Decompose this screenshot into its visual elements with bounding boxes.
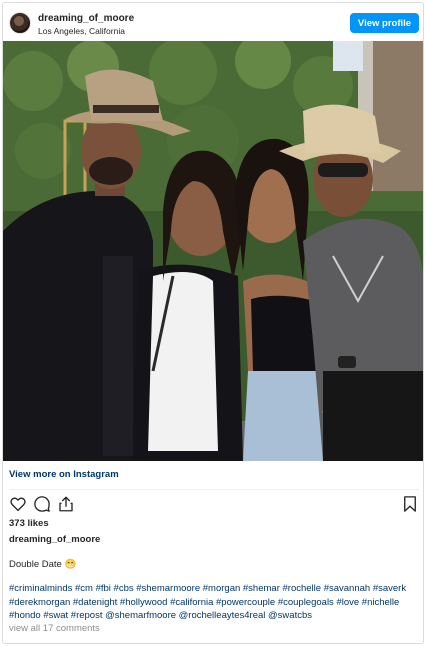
- caption-username[interactable]: dreaming_of_moore: [9, 534, 100, 545]
- instagram-embed-card: dreaming_of_moore Los Angeles, Californi…: [2, 2, 424, 644]
- bookmark-icon[interactable]: [401, 495, 419, 513]
- action-bar: [3, 493, 423, 515]
- comment-icon[interactable]: [33, 495, 51, 513]
- caption-text: Double Date 😁: [9, 559, 77, 570]
- view-more-on-instagram-link[interactable]: View more on Instagram: [9, 469, 119, 480]
- view-all-comments-link[interactable]: view all 17 comments: [9, 623, 100, 634]
- caption-hashtags[interactable]: #criminalminds #cm #fbi #cbs #shemarmoor…: [9, 582, 421, 623]
- divider: [9, 489, 419, 490]
- share-icon[interactable]: [57, 495, 75, 513]
- heart-icon[interactable]: [9, 495, 27, 513]
- view-profile-button[interactable]: View profile: [350, 13, 419, 33]
- post-header: dreaming_of_moore Los Angeles, Californi…: [3, 3, 423, 43]
- header-username[interactable]: dreaming_of_moore: [38, 13, 134, 24]
- header-location[interactable]: Los Angeles, California: [38, 26, 125, 36]
- post-photo[interactable]: [3, 41, 423, 461]
- likes-count[interactable]: 373 likes: [9, 518, 49, 529]
- avatar[interactable]: [9, 12, 31, 34]
